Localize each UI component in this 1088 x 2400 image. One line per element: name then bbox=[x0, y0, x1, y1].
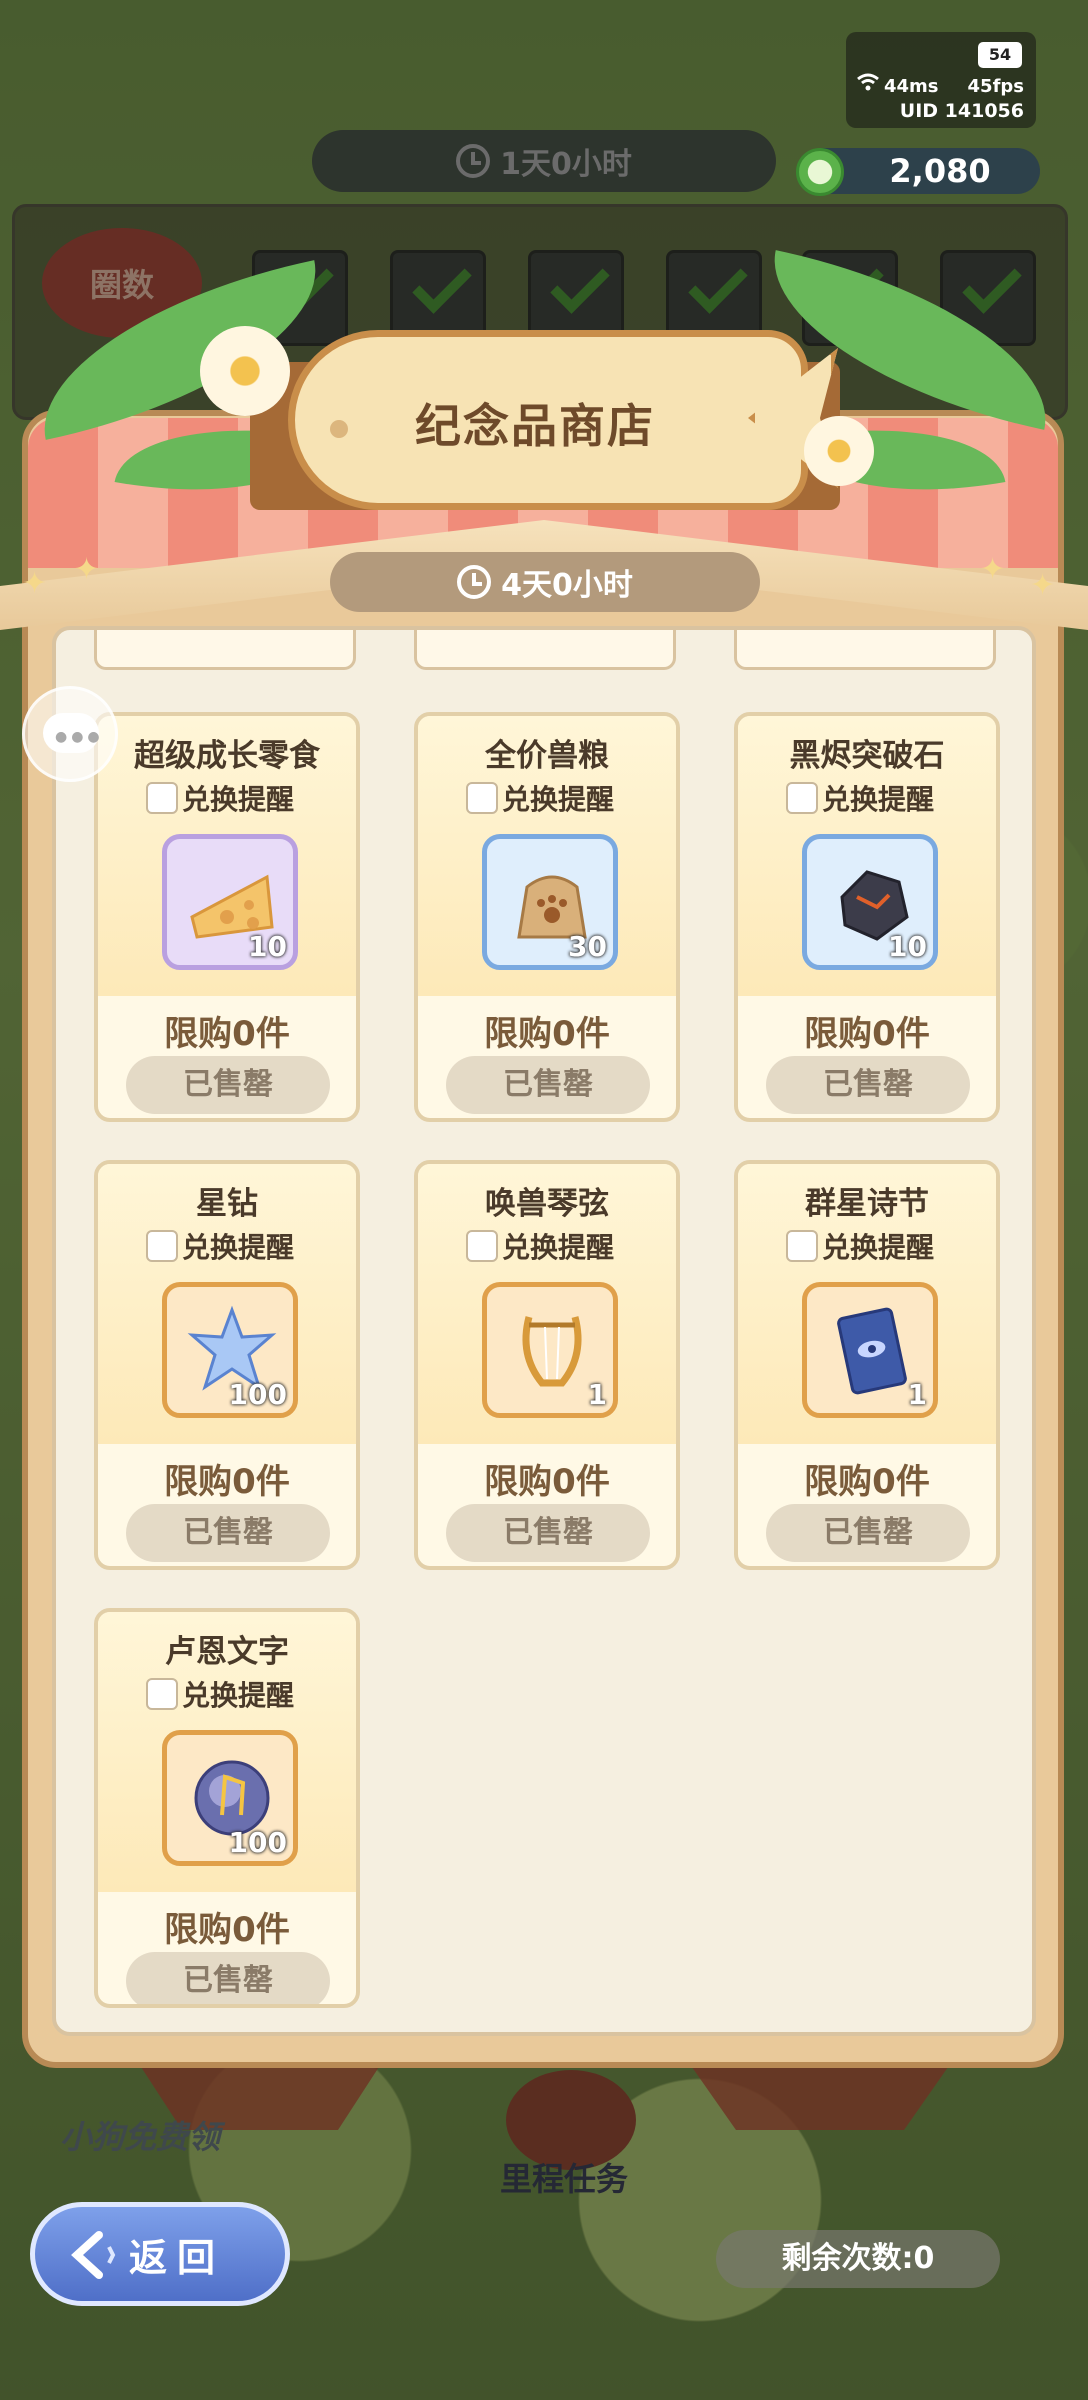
remind-label: 兑换提醒 bbox=[822, 1231, 935, 1264]
shop-item-card[interactable]: 群星诗节 兑换提醒 1 限购0件 已售罄 bbox=[734, 1160, 1000, 1570]
remind-label: 兑换提醒 bbox=[182, 1679, 295, 1712]
purchase-limit: 限购0件 bbox=[164, 1910, 290, 1950]
remind-toggle[interactable]: 兑换提醒 bbox=[466, 1226, 614, 1266]
shop-item-card[interactable]: 超级成长零食 兑换提醒 10 限购0件 已售罄 bbox=[94, 712, 360, 1122]
shop-item-card[interactable]: 卢恩文字 兑换提醒 100 限购0件 已售罄 bbox=[94, 1608, 360, 2008]
item-icon-frame[interactable]: 30 bbox=[482, 834, 618, 970]
remind-toggle[interactable]: 兑换提醒 bbox=[146, 1226, 294, 1266]
sold-out-button[interactable]: 已售罄 bbox=[126, 1056, 330, 1114]
item-quantity: 10 bbox=[248, 930, 287, 963]
item-icon-frame[interactable]: 100 bbox=[162, 1282, 298, 1418]
item-name: 唤兽琴弦 bbox=[485, 1186, 609, 1222]
remind-checkbox[interactable] bbox=[146, 782, 178, 814]
card-icon bbox=[837, 1307, 907, 1395]
purchase-limit: 限购0件 bbox=[164, 1462, 290, 1502]
ping-value: 44ms bbox=[884, 76, 939, 97]
scrolled-card-edge bbox=[414, 630, 676, 670]
battery-indicator: 54 bbox=[978, 42, 1022, 68]
shop-item-card[interactable]: 全价兽粮 兑换提醒 30 限购0件 已售罄 bbox=[414, 712, 680, 1122]
remind-checkbox[interactable] bbox=[146, 1230, 178, 1262]
item-quantity: 1 bbox=[587, 1378, 607, 1411]
sold-out-button[interactable]: 已售罄 bbox=[126, 1952, 330, 2004]
event-timer-text: 1天0小时 bbox=[500, 147, 632, 182]
item-icon-frame[interactable]: 10 bbox=[162, 834, 298, 970]
flower-icon bbox=[804, 416, 874, 486]
shop-item-card[interactable]: 黑烬突破石 兑换提醒 10 限购0件 已售罄 bbox=[734, 712, 1000, 1122]
remind-label: 兑换提醒 bbox=[182, 1231, 295, 1264]
back-arrow-icon bbox=[71, 2231, 116, 2279]
purchase-limit: 限购0件 bbox=[484, 1014, 610, 1054]
remaining-count: 剩余次数:0 bbox=[716, 2230, 1000, 2288]
sold-out-button[interactable]: 已售罄 bbox=[766, 1056, 970, 1114]
purchase-limit: 限购0件 bbox=[484, 1462, 610, 1502]
scrolled-card-edge bbox=[94, 630, 356, 670]
back-button[interactable]: 返回 bbox=[30, 2202, 290, 2306]
remind-label: 兑换提醒 bbox=[502, 1231, 615, 1264]
scrolled-card-edge bbox=[734, 630, 996, 670]
sold-out-button[interactable]: 已售罄 bbox=[446, 1056, 650, 1114]
status-panel: 54 44ms 45fps UID 141056 bbox=[846, 32, 1036, 128]
item-name: 黑烬突破石 bbox=[789, 738, 945, 774]
currency-amount: 2,080 bbox=[889, 152, 991, 190]
clock-icon bbox=[457, 565, 492, 599]
shop-title: 纪念品商店 bbox=[415, 399, 655, 453]
shop-item-card[interactable]: 星钻 兑换提醒 100 限购0件 已售罄 bbox=[94, 1160, 360, 1570]
star-icon: ✦ bbox=[22, 566, 48, 601]
item-icon-frame[interactable]: 1 bbox=[802, 1282, 938, 1418]
purchase-limit: 限购0件 bbox=[164, 1014, 290, 1054]
item-name: 群星诗节 bbox=[805, 1186, 929, 1222]
remind-checkbox[interactable] bbox=[466, 782, 498, 814]
remind-toggle[interactable]: 兑换提醒 bbox=[146, 778, 294, 818]
wifi-icon bbox=[856, 72, 880, 97]
chat-dots: ●●● bbox=[55, 729, 104, 745]
clock-icon bbox=[456, 144, 491, 178]
event-timer: 1天0小时 bbox=[312, 130, 776, 192]
chat-button[interactable]: ●●● bbox=[22, 686, 118, 782]
uid-value: UID 141056 bbox=[899, 100, 1024, 122]
shop-timer-text: 4天0小时 bbox=[501, 568, 633, 603]
star-icon: ✦ bbox=[980, 552, 1006, 587]
item-icon-frame[interactable]: 100 bbox=[162, 1730, 298, 1866]
remind-toggle[interactable]: 兑换提醒 bbox=[786, 778, 934, 818]
sold-out-button[interactable]: 已售罄 bbox=[766, 1504, 970, 1562]
item-quantity: 100 bbox=[228, 1826, 287, 1859]
item-quantity: 1 bbox=[907, 1378, 927, 1411]
remind-checkbox[interactable] bbox=[786, 1230, 818, 1262]
remind-checkbox[interactable] bbox=[786, 782, 818, 814]
item-icon-frame[interactable]: 1 bbox=[482, 1282, 618, 1418]
star-icon: ✦ bbox=[74, 552, 100, 587]
remind-label: 兑换提醒 bbox=[502, 783, 615, 816]
item-icon-frame[interactable]: 10 bbox=[802, 834, 938, 970]
remind-toggle[interactable]: 兑换提醒 bbox=[466, 778, 614, 818]
item-quantity: 100 bbox=[228, 1378, 287, 1411]
item-name: 全价兽粮 bbox=[485, 738, 609, 774]
remind-label: 兑换提醒 bbox=[822, 783, 935, 816]
lyre-icon bbox=[522, 1316, 582, 1387]
back-label: 返回 bbox=[129, 2235, 226, 2280]
sold-out-button[interactable]: 已售罄 bbox=[446, 1504, 650, 1562]
remind-toggle[interactable]: 兑换提醒 bbox=[786, 1226, 934, 1266]
purchase-limit: 限购0件 bbox=[804, 1014, 930, 1054]
remind-label: 兑换提醒 bbox=[182, 783, 295, 816]
item-name: 超级成长零食 bbox=[134, 738, 320, 774]
fps-value: 45fps bbox=[967, 76, 1024, 97]
shop-item-card[interactable]: 唤兽琴弦 兑换提醒 1 限购0件 已售罄 bbox=[414, 1160, 680, 1570]
sold-out-button[interactable]: 已售罄 bbox=[126, 1504, 330, 1562]
purchase-limit: 限购0件 bbox=[804, 1462, 930, 1502]
remind-checkbox[interactable] bbox=[146, 1678, 178, 1710]
remind-toggle[interactable]: 兑换提醒 bbox=[146, 1674, 294, 1714]
item-quantity: 30 bbox=[568, 930, 607, 963]
item-name: 卢恩文字 bbox=[165, 1634, 289, 1670]
star-icon: ✦ bbox=[1030, 568, 1056, 603]
shop-timer: 4天0小时 bbox=[330, 552, 760, 612]
remind-checkbox[interactable] bbox=[466, 1230, 498, 1262]
flower-icon bbox=[200, 326, 290, 416]
item-name: 星钻 bbox=[196, 1186, 258, 1222]
item-quantity: 10 bbox=[888, 930, 927, 963]
green-coin-icon bbox=[796, 148, 844, 196]
